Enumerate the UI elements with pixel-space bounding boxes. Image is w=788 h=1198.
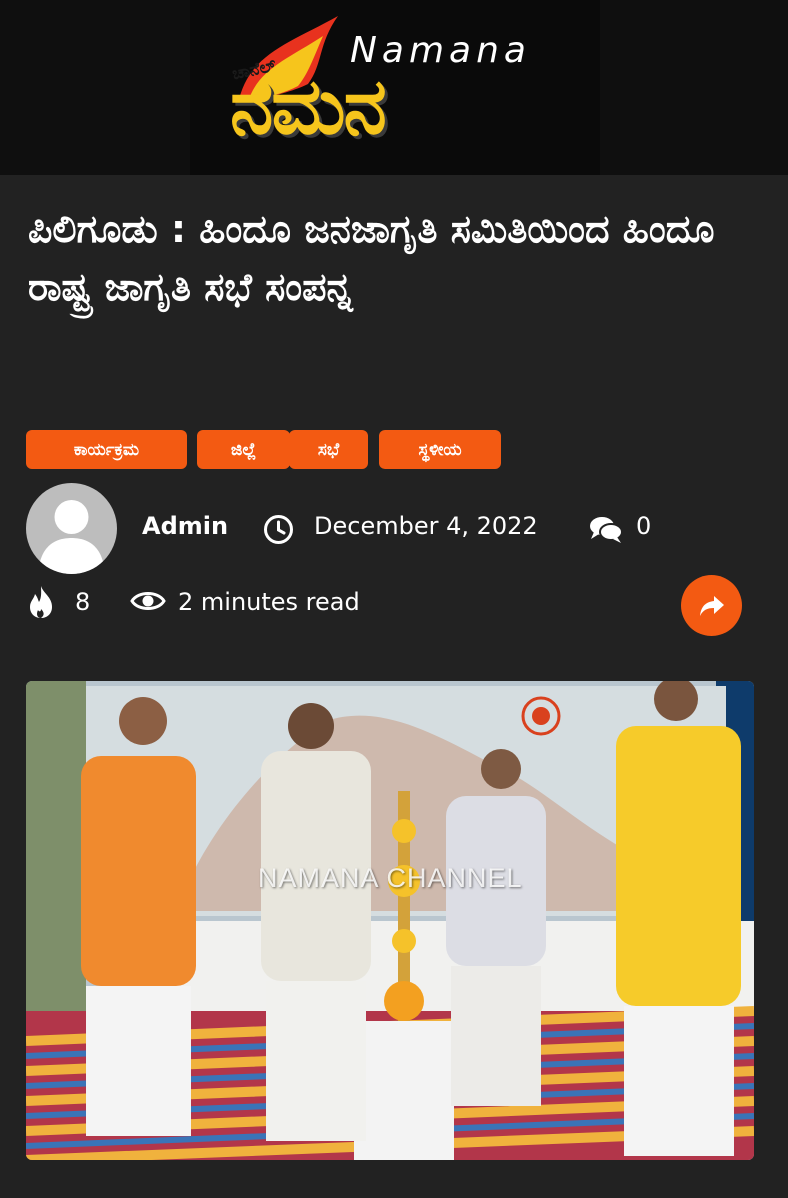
fire-icon [30, 586, 52, 618]
category-tag-meeting[interactable]: ಸಭೆ [289, 430, 368, 469]
site-logo[interactable]: ಚಾನೆಲ್ Namana ನಮನ [190, 0, 600, 175]
read-time: 2 minutes read [178, 588, 360, 616]
user-avatar-icon [38, 500, 105, 574]
comment-count[interactable]: 0 [636, 512, 651, 540]
eye-icon [130, 592, 166, 610]
hot-count: 8 [75, 588, 91, 616]
category-tag-local[interactable]: ಸ್ಥಳೀಯ [379, 430, 501, 469]
article-title: ಪಿಲಿಗೂಡು : ಹಿಂದೂ ಜನಜಾಗೃತಿ ಸಮಿತಿಯಿಂದ ಹಿಂದ… [28, 207, 715, 309]
publish-date: December 4, 2022 [314, 512, 538, 540]
category-tag-programme[interactable]: ಕಾರ್ಯಕ್ರಮ [26, 430, 187, 469]
comments-icon[interactable] [588, 514, 624, 545]
category-tag-district[interactable]: ಜಿಲ್ಲೆ [197, 430, 290, 469]
clock-icon [264, 515, 293, 544]
photo-watermark: NAMANA CHANNEL [258, 863, 523, 893]
logo-kannada-main: ನಮನ [230, 62, 387, 152]
share-icon [699, 595, 724, 616]
article-featured-image[interactable]: NAMANA CHANNEL [26, 681, 754, 1160]
author-avatar[interactable] [26, 483, 117, 574]
author-name[interactable]: Admin [142, 512, 228, 540]
site-header: ಚಾನೆಲ್ Namana ನಮನ [0, 0, 788, 175]
ceremony-photo [26, 681, 754, 1160]
share-button[interactable] [681, 575, 742, 636]
